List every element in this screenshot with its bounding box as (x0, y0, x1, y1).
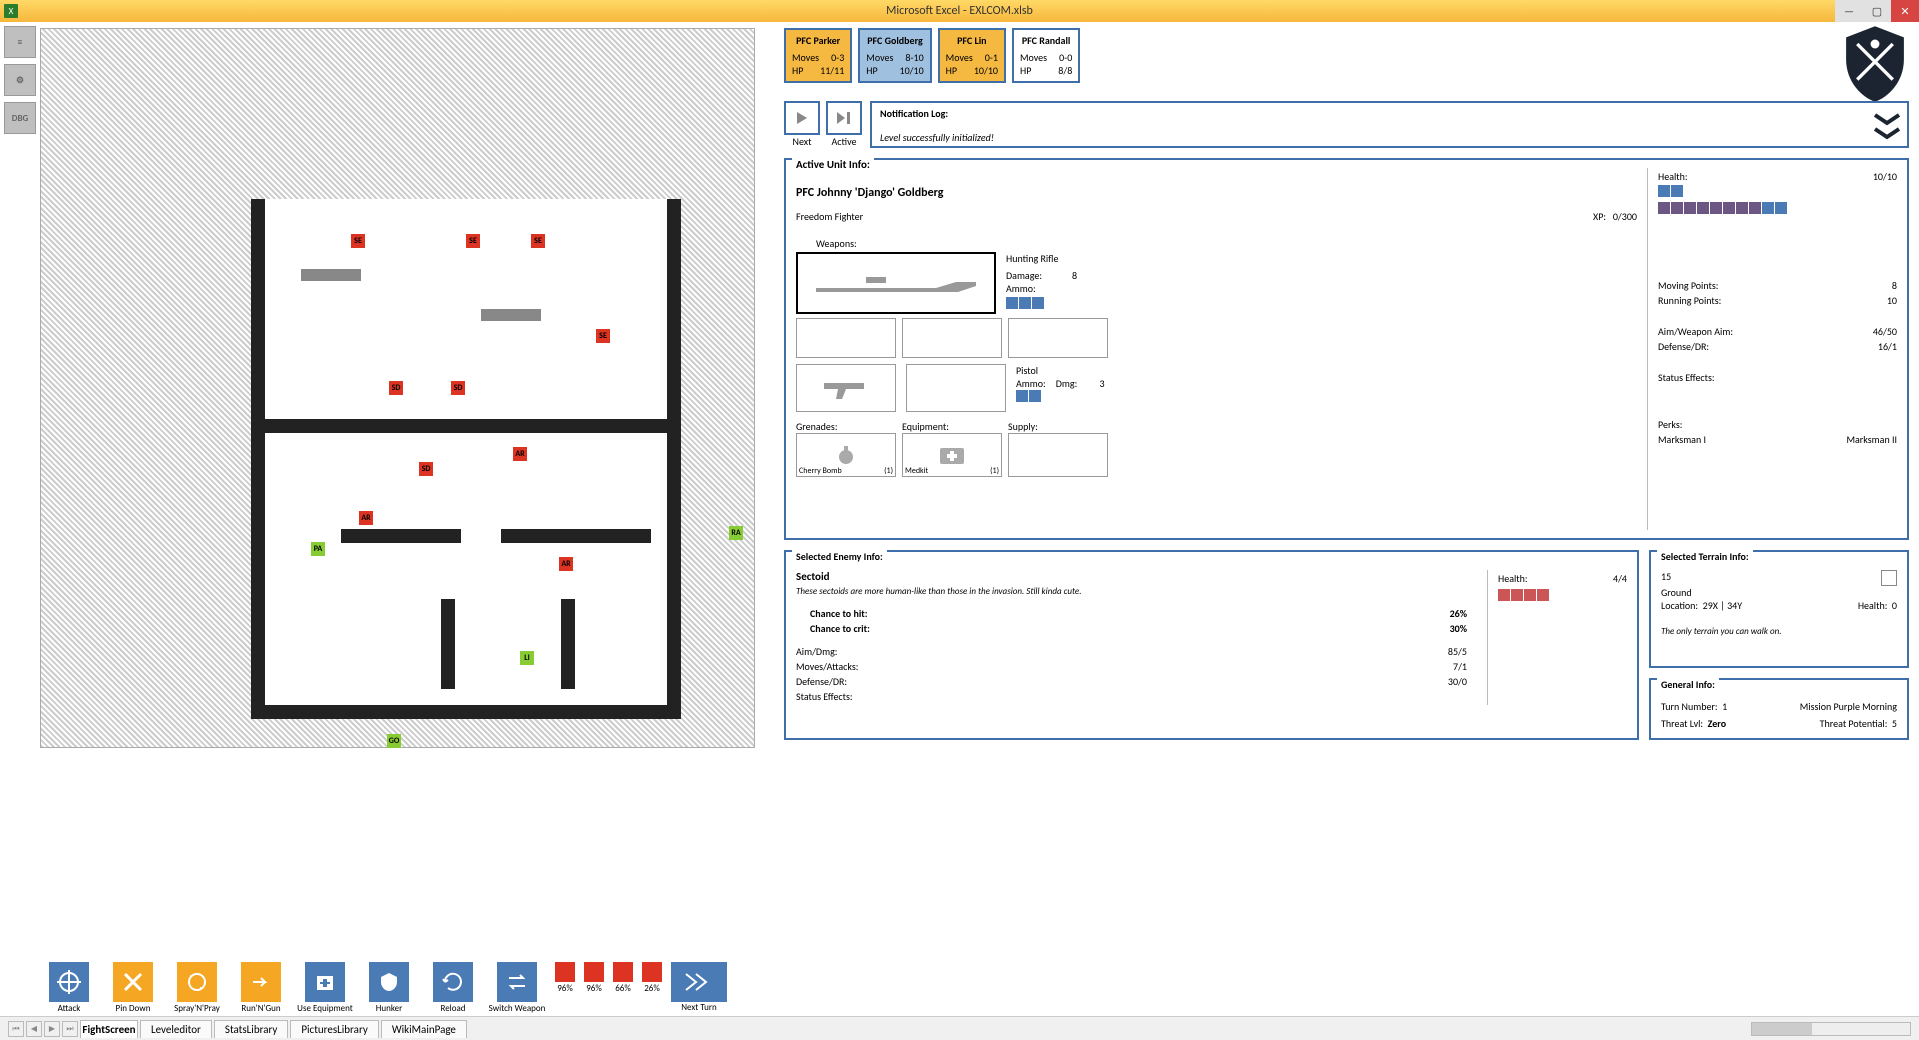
minimize-button[interactable]: — (1835, 0, 1863, 22)
tab-first[interactable]: ⏮ (8, 1021, 24, 1037)
empty-slot[interactable] (1008, 318, 1108, 358)
sheet-tab[interactable]: FightScreen (80, 1020, 138, 1038)
weapon2-slot[interactable] (796, 364, 896, 412)
unit-roster: PFC Parker Moves0-3 HP11/11 PFC Goldberg… (784, 28, 1909, 83)
target-hit[interactable]: 26% (639, 962, 665, 994)
hit-percentages: 96%96%66%26% (552, 962, 665, 994)
next-unit-button[interactable]: Next (784, 101, 820, 148)
close-button[interactable]: ✕ (1891, 0, 1919, 22)
attack-button[interactable]: Attack (40, 962, 98, 1014)
weapon1-slot[interactable] (796, 252, 996, 314)
grenade-slot[interactable]: Cherry Bomb(1) (796, 433, 896, 477)
next-turn-button[interactable]: Next Turn (671, 962, 727, 1013)
sheet-tab[interactable]: Leveleditor (140, 1020, 212, 1038)
enemy-unit[interactable]: SE (466, 234, 480, 248)
excel-icon: X (4, 4, 18, 18)
rank-icon (1873, 109, 1901, 153)
terrain-swatch (1881, 570, 1897, 586)
active-unit-name: PFC Johnny 'Django' Goldberg (796, 186, 1637, 200)
enemy-unit[interactable]: SE (596, 329, 610, 343)
active-unit-button[interactable]: Active (826, 101, 862, 148)
enemy-unit[interactable]: SD (389, 381, 403, 395)
empty-slot[interactable] (906, 364, 1006, 412)
switch-weapon-button[interactable]: Switch Weapon (488, 962, 546, 1014)
maximize-button[interactable]: ▢ (1863, 0, 1891, 22)
enemy-unit[interactable]: AR (559, 557, 573, 571)
right-column: PFC Parker Moves0-3 HP11/11 PFC Goldberg… (780, 22, 1919, 1016)
target-hit[interactable]: 96% (581, 962, 607, 994)
friendly-unit[interactable]: LI (520, 651, 534, 665)
friendly-unit[interactable]: PA (311, 542, 325, 556)
empty-slot[interactable] (796, 318, 896, 358)
horizontal-scrollbar[interactable] (1751, 1022, 1911, 1036)
pindown-button[interactable]: Pin Down (104, 962, 162, 1014)
sheet-tabs: ⏮ ◀ ▶ ⏭ FightScreenLeveleditorStatsLibra… (0, 1016, 1919, 1040)
sheet-tab[interactable]: PicturesLibrary (290, 1020, 378, 1038)
roster-card[interactable]: PFC Goldberg Moves8-10 HP10/10 (858, 28, 931, 83)
terrain-panel: Selected Terrain Info: 15 Ground Locatio… (1649, 550, 1909, 668)
window-controls: — ▢ ✕ (1835, 0, 1919, 22)
empty-slot[interactable] (902, 318, 1002, 358)
general-panel: General Info: Turn Number: 1 Mission Pur… (1649, 678, 1909, 740)
friendly-unit[interactable]: RA (729, 526, 743, 540)
unit-class: Freedom Fighter (796, 210, 863, 223)
target-hit[interactable]: 66% (610, 962, 636, 994)
enemy-unit[interactable]: SE (531, 234, 545, 248)
equipment-button[interactable]: Use Equipment (296, 962, 354, 1014)
window-title: Microsoft Excel - EXLCOM.xlsb (886, 4, 1033, 18)
hunker-button[interactable]: Hunker (360, 962, 418, 1014)
reload-button[interactable]: Reload (424, 962, 482, 1014)
enemy-unit[interactable]: AR (359, 511, 373, 525)
enemy-panel: Selected Enemy Info: Sectoid These secto… (784, 550, 1639, 740)
notification-log: Notification Log: Level successfully ini… (870, 101, 1909, 148)
enemy-unit[interactable]: SE (351, 234, 365, 248)
friendly-unit[interactable]: GO (387, 734, 401, 748)
enemy-unit[interactable]: AR (513, 447, 527, 461)
tab-last[interactable]: ⏭ (62, 1021, 78, 1037)
roster-card[interactable]: PFC Lin Moves0-1 HP10/10 (938, 28, 1006, 83)
map-column: SE SE SE SE SD SD AR SD AR AR PA RA LI GO Attack Pin … (0, 22, 780, 1016)
tab-next[interactable]: ▶ (44, 1021, 60, 1037)
roster-card[interactable]: PFC Parker Moves0-3 HP11/11 (784, 28, 852, 83)
action-bar: Attack Pin Down Spray'N'Pray Run'N'Gun U… (40, 958, 755, 1016)
sheet-tab[interactable]: WikiMainPage (381, 1020, 467, 1038)
game-logo (1841, 24, 1909, 104)
enemy-unit[interactable]: SD (451, 381, 465, 395)
roster-card[interactable]: PFC Randall Moves0-0 HP8/8 (1012, 28, 1080, 83)
spray-button[interactable]: Spray'N'Pray (168, 962, 226, 1014)
target-hit[interactable]: 96% (552, 962, 578, 994)
enemy-unit[interactable]: SD (419, 462, 433, 476)
runngun-button[interactable]: Run'N'Gun (232, 962, 290, 1014)
supply-slot[interactable] (1008, 433, 1108, 477)
game-map[interactable]: SE SE SE SE SD SD AR SD AR AR PA RA LI GO (40, 28, 755, 748)
equipment-slot[interactable]: Medkit(1) (902, 433, 1002, 477)
active-unit-panel: Active Unit Info: PFC Johnny 'Django' Go… (784, 158, 1909, 540)
title-bar: X Microsoft Excel - EXLCOM.xlsb — ▢ ✕ (0, 0, 1919, 22)
sheet-tab[interactable]: StatsLibrary (214, 1020, 288, 1038)
tab-prev[interactable]: ◀ (26, 1021, 42, 1037)
